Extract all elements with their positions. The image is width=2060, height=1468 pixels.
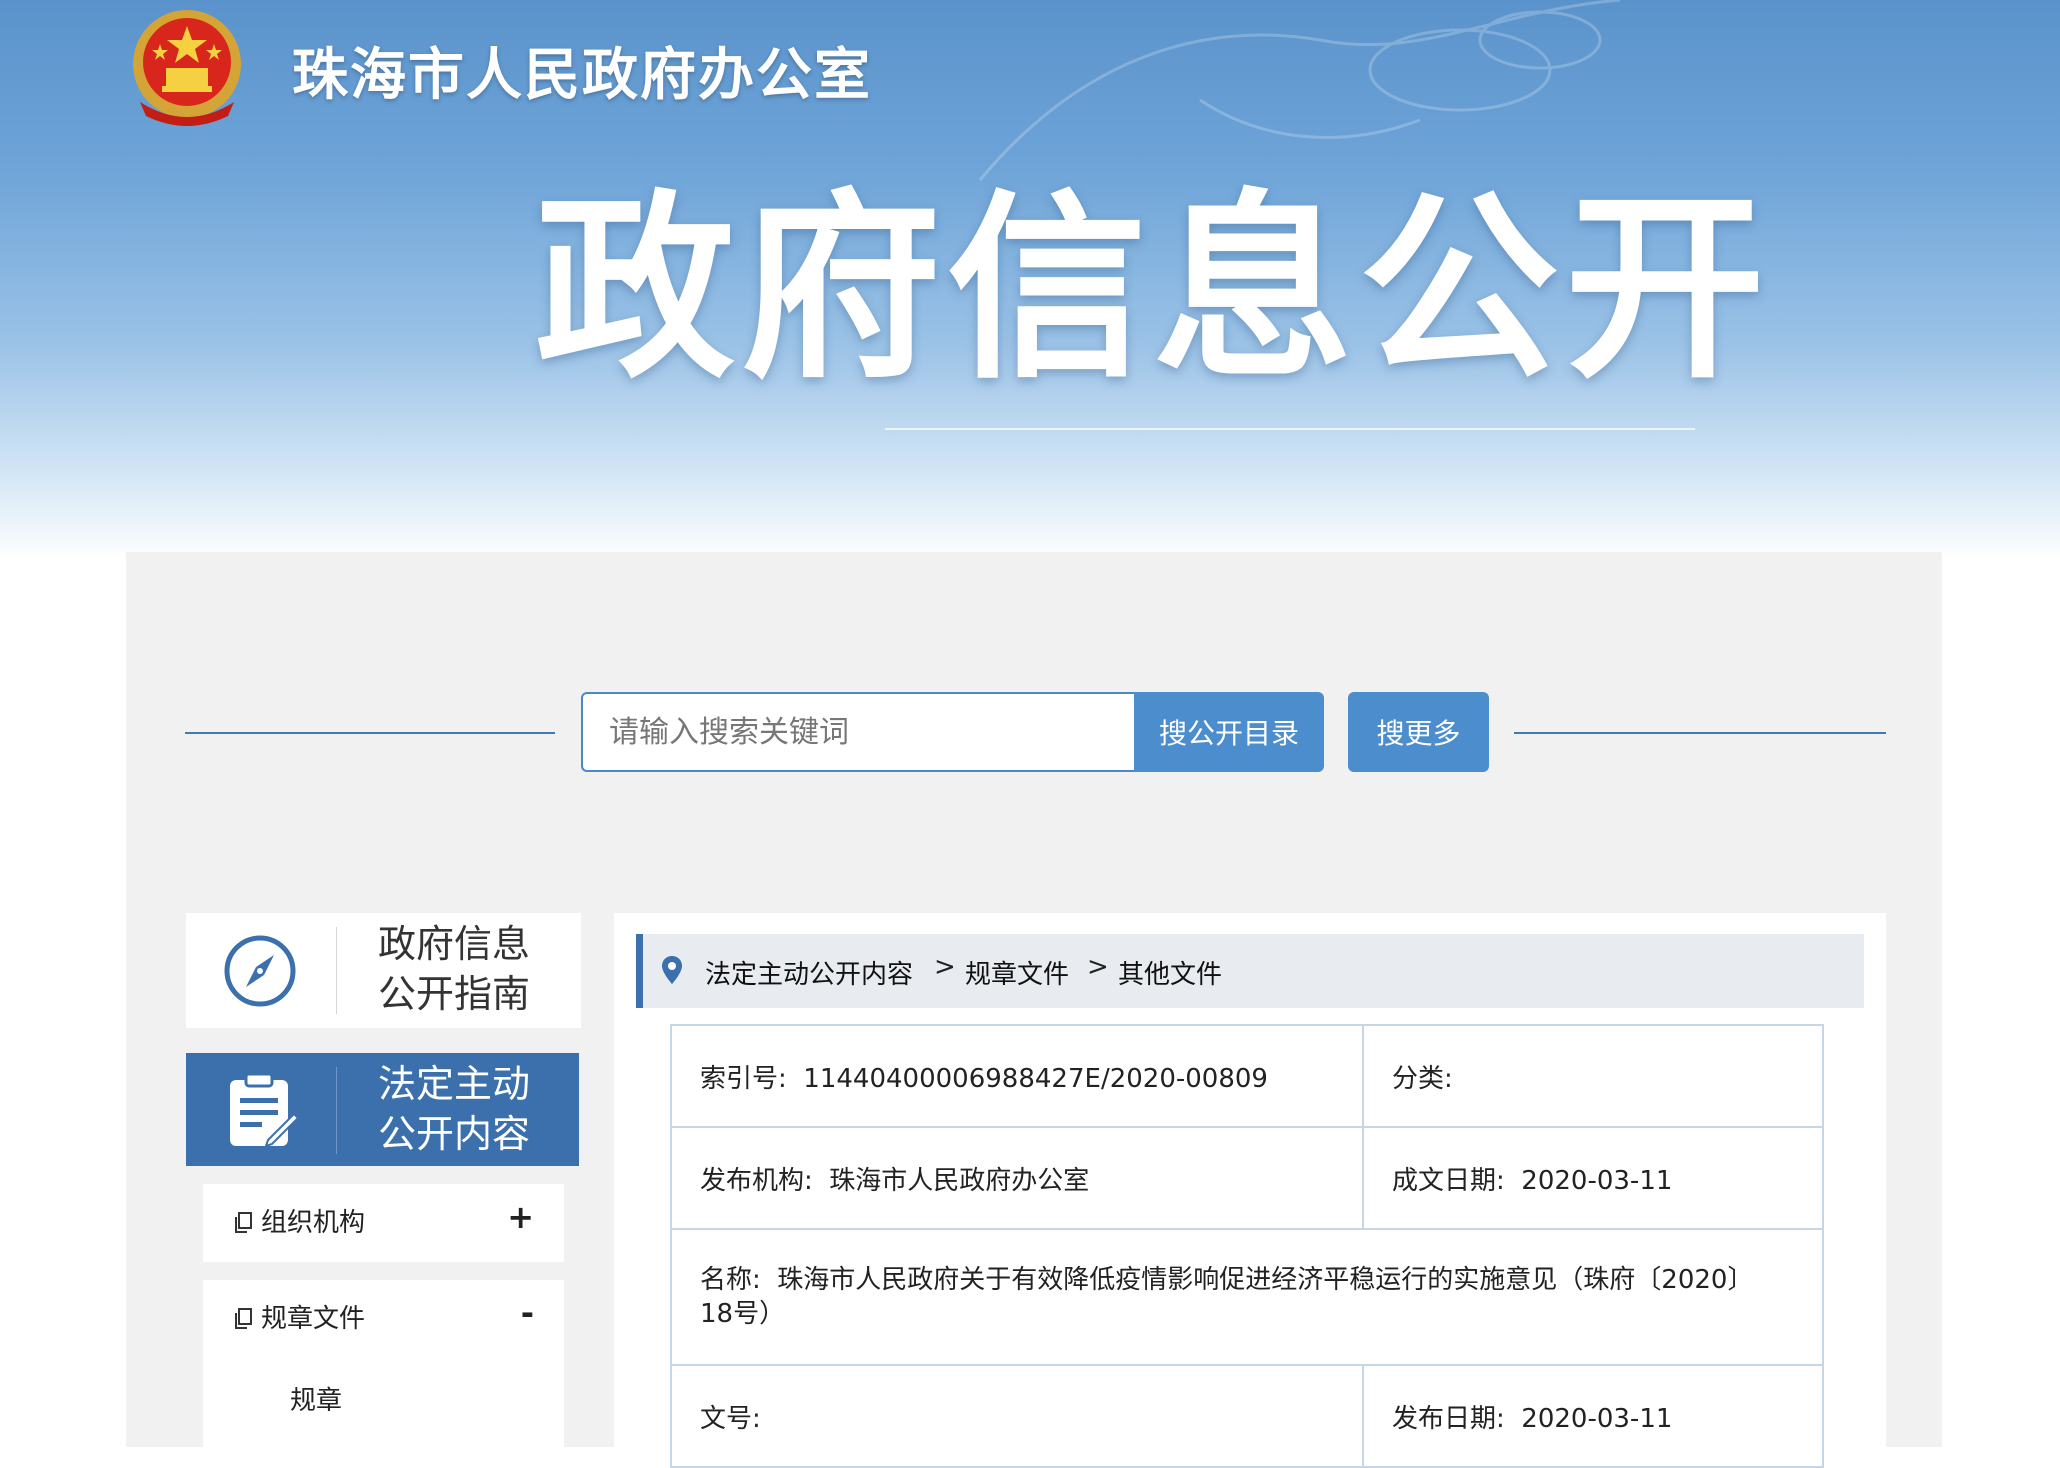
index-value: 11440400006988427E/2020-00809 — [803, 1063, 1268, 1094]
search-more-button[interactable]: 搜更多 — [1348, 692, 1489, 772]
sidebar-item-organization[interactable]: 组织机构 + — [203, 1184, 564, 1262]
breadcrumb-item-regulations[interactable]: 规章文件 — [965, 954, 1069, 991]
search-catalog-button[interactable]: 搜公开目录 — [1134, 692, 1324, 772]
sidebar-subitem-rules[interactable]: 规章 — [290, 1380, 342, 1417]
hero-title: 政府信息公开 — [535, 173, 1772, 406]
sidebar-item-label: 组织机构 — [261, 1208, 366, 1238]
table-row: 名称: 珠海市人民政府关于有效降低疫情影响促进经济平稳运行的实施意见（珠府〔20… — [670, 1228, 1824, 1366]
search-input[interactable] — [583, 694, 1134, 770]
doc-number-label: 文号: — [700, 1403, 761, 1434]
index-label: 索引号: — [700, 1063, 787, 1094]
sidebar-item-guide[interactable]: 政府信息 公开指南 — [186, 913, 581, 1028]
compass-icon — [224, 935, 296, 1007]
published-date-label: 发布日期: — [1392, 1403, 1505, 1434]
sidebar-divider — [336, 927, 337, 1014]
table-row: 文号: 发布日期: 2020-03-11 — [670, 1364, 1824, 1468]
sidebar-item-regulations[interactable]: 规章文件 - — [203, 1280, 564, 1447]
document-name-label: 名称: — [700, 1265, 761, 1295]
publisher-cell: 发布机构: 珠海市人民政府办公室 — [670, 1126, 1364, 1230]
search-decor-line-left — [185, 732, 555, 734]
doc-number-cell: 文号: — [670, 1364, 1364, 1468]
search-decor-line-right — [1514, 732, 1886, 734]
created-date-value: 2020-03-11 — [1521, 1165, 1673, 1196]
sidebar-active-label-line1: 法定主动 — [378, 1062, 531, 1106]
sidebar-guide-label-line2: 公开指南 — [378, 972, 531, 1016]
clipboard-edit-icon — [230, 1072, 298, 1148]
flower-decoration-icon — [978, 0, 1621, 181]
created-date-label: 成文日期: — [1392, 1165, 1505, 1196]
breadcrumb-separator: > — [934, 952, 956, 982]
org-title: 珠海市人民政府办公室 — [292, 43, 872, 108]
published-date-cell: 发布日期: 2020-03-11 — [1362, 1364, 1824, 1468]
document-info-table: 索引号: 11440400006988427E/2020-00809 分类: 发… — [670, 1024, 1824, 1468]
sidebar-active-label-line2: 公开内容 — [378, 1112, 531, 1156]
sidebar-item-statutory-content[interactable]: 法定主动 公开内容 — [186, 1053, 579, 1166]
table-row: 索引号: 11440400006988427E/2020-00809 分类: — [670, 1024, 1824, 1128]
publisher-value: 珠海市人民政府办公室 — [829, 1165, 1090, 1196]
sidebar-guide-label: 政府信息 公开指南 — [378, 919, 530, 1019]
location-pin-icon — [662, 956, 682, 984]
sidebar-divider — [336, 1067, 337, 1154]
publisher-label: 发布机构: — [700, 1165, 813, 1196]
category-label: 分类: — [1392, 1063, 1453, 1094]
breadcrumb-item-other-files[interactable]: 其他文件 — [1118, 954, 1222, 991]
sidebar-guide-label-line1: 政府信息 — [378, 922, 531, 966]
collapse-toggle[interactable]: - — [521, 1294, 534, 1332]
created-date-cell: 成文日期: 2020-03-11 — [1362, 1126, 1824, 1230]
breadcrumb-item-statutory[interactable]: 法定主动公开内容 — [705, 954, 913, 991]
hero-underline — [885, 428, 1695, 430]
breadcrumb-separator: > — [1087, 952, 1109, 982]
document-copy-icon — [235, 1308, 252, 1329]
header-banner: 珠海市人民政府办公室 政府信息公开 — [0, 0, 2060, 560]
published-date-value: 2020-03-11 — [1521, 1403, 1673, 1434]
sidebar-active-label: 法定主动 公开内容 — [378, 1059, 530, 1159]
table-row: 发布机构: 珠海市人民政府办公室 成文日期: 2020-03-11 — [670, 1126, 1824, 1230]
document-name-cell: 名称: 珠海市人民政府关于有效降低疫情影响促进经济平稳运行的实施意见（珠府〔20… — [670, 1228, 1824, 1366]
sidebar-item-label: 规章文件 — [261, 1304, 366, 1334]
breadcrumb: 法定主动公开内容 > 规章文件 > 其他文件 — [636, 934, 1864, 1008]
index-cell: 索引号: 11440400006988427E/2020-00809 — [670, 1024, 1364, 1128]
expand-toggle[interactable]: + — [507, 1198, 534, 1236]
category-cell: 分类: — [1362, 1024, 1824, 1128]
search-box — [581, 692, 1134, 772]
national-emblem-icon — [133, 10, 241, 126]
document-copy-icon — [235, 1212, 252, 1233]
document-name-value: 珠海市人民政府关于有效降低疫情影响促进经济平稳运行的实施意见（珠府〔2020〕1… — [700, 1265, 1741, 1329]
